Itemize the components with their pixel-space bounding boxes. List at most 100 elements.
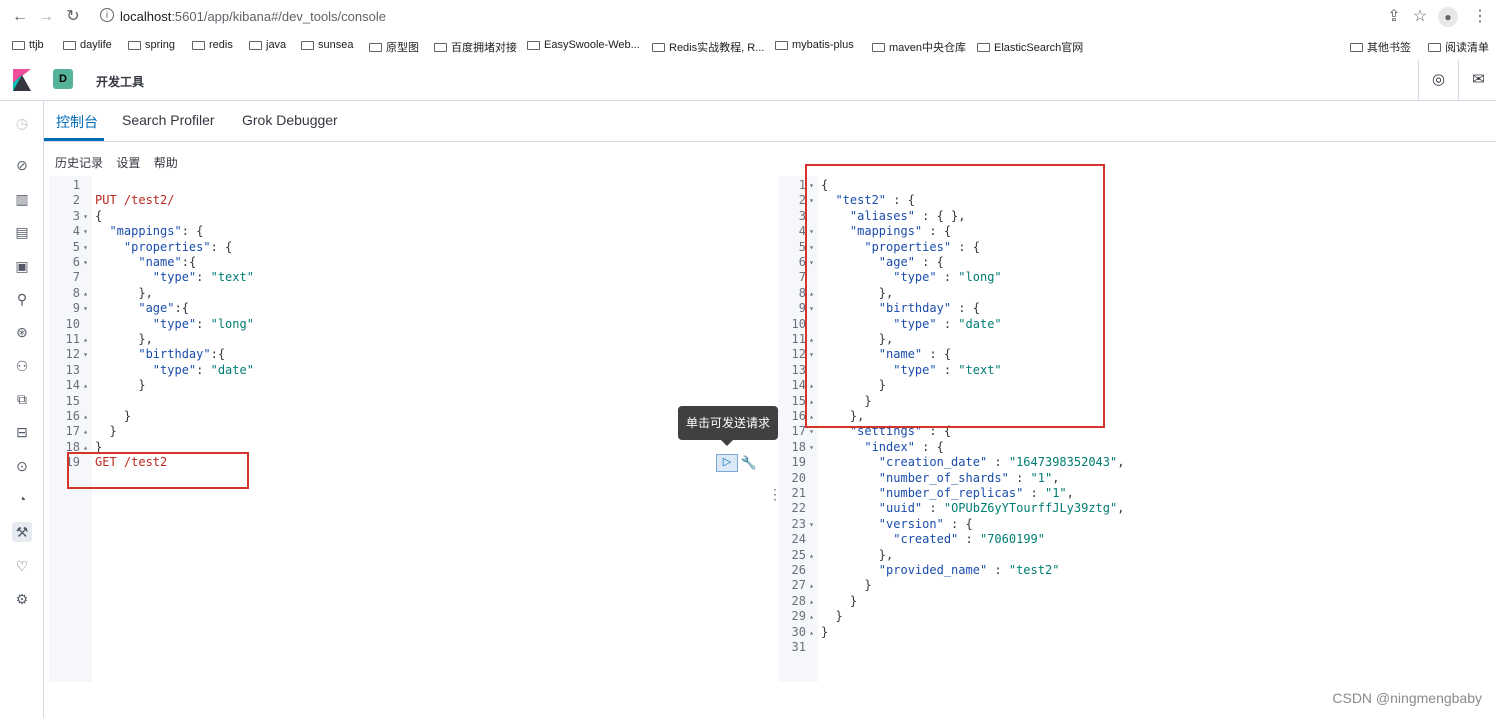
folder-icon — [128, 40, 141, 50]
fold-open-icon[interactable]: ▾ — [81, 255, 90, 270]
bookmark-item[interactable]: mybatis-plus — [775, 39, 854, 51]
share-icon[interactable]: ⇪ — [1384, 7, 1404, 27]
fold-open-icon[interactable]: ▾ — [807, 440, 816, 455]
profile-icon[interactable]: ● — [1438, 7, 1458, 27]
fold-close-icon[interactable]: ▴ — [81, 286, 90, 301]
line-number: 21 — [791, 486, 806, 500]
visualize-icon[interactable]: ▥ — [12, 189, 32, 209]
folder-icon — [872, 42, 885, 52]
kebab-menu-icon[interactable]: ⋮ — [1470, 7, 1490, 27]
bookmark-item[interactable]: Redis实战教程, R... — [652, 39, 764, 55]
info-icon[interactable]: i — [100, 8, 114, 22]
bookmark-label: 百度拥堵对接 — [451, 42, 517, 54]
line-number: 11 — [791, 332, 806, 346]
request-code-area[interactable]: PUT /test2/{ "mappings": { "properties":… — [92, 176, 776, 682]
space-avatar[interactable]: D — [53, 69, 73, 89]
send-tooltip: 单击可发送请求 — [678, 406, 778, 440]
fold-close-icon[interactable]: ▴ — [807, 578, 816, 593]
bookmark-item[interactable]: 其他书签 — [1350, 39, 1411, 55]
response-code-line: "index" : { — [864, 439, 944, 454]
devtools-icon[interactable]: ⚒ — [12, 522, 32, 542]
fold-open-icon[interactable]: ▾ — [807, 517, 816, 532]
request-code-line: PUT /test2/ — [95, 193, 175, 208]
resize-handle-icon[interactable]: ⋮ — [768, 486, 782, 503]
bookmark-item[interactable]: ttjb — [12, 39, 44, 51]
settings-link[interactable]: 设置 — [116, 156, 140, 170]
devtools-tabs: 控制台 Search Profiler Grok Debugger — [44, 101, 1496, 142]
tooltip-arrow — [721, 440, 733, 446]
line-number: 6 — [72, 255, 80, 269]
apm-icon[interactable]: ⧉ — [12, 389, 32, 409]
fold-close-icon[interactable]: ▴ — [81, 332, 90, 347]
line-number: 10 — [791, 316, 806, 331]
line-number: 3 — [798, 208, 806, 223]
fold-close-icon[interactable]: ▴ — [807, 594, 816, 609]
request-code-line: "name":{ — [138, 255, 197, 269]
dashboard-icon[interactable]: ▤ — [12, 222, 32, 242]
folder-icon — [434, 42, 447, 52]
line-number: 17 — [791, 424, 806, 439]
bookmark-item[interactable]: maven中央仓库 — [872, 39, 966, 55]
fold-open-icon[interactable]: ▾ — [81, 301, 90, 316]
folder-icon — [977, 42, 990, 52]
response-code-line: } — [821, 578, 872, 593]
reload-icon[interactable]: ↻ — [63, 7, 83, 27]
line-number: 20 — [791, 470, 806, 485]
compass-icon[interactable]: ⊘ — [12, 155, 32, 175]
star-icon[interactable]: ☆ — [1410, 7, 1430, 27]
reading-list-icon — [1428, 42, 1441, 52]
line-number: 4 — [798, 224, 806, 239]
fold-open-icon[interactable]: ▾ — [81, 209, 90, 224]
fold-open-icon[interactable]: ▾ — [81, 224, 90, 239]
bookmark-item[interactable]: redis — [192, 39, 233, 51]
bookmark-item[interactable]: ElasticSearch官网 — [977, 39, 1083, 55]
history-link[interactable]: 历史记录 — [55, 156, 103, 170]
monitoring-icon[interactable]: ◔ — [12, 489, 32, 509]
fold-close-icon[interactable]: ▴ — [807, 609, 816, 624]
address-bar[interactable]: localhost:5601/app/kibana#/dev_tools/con… — [120, 9, 386, 24]
line-number: 14 — [65, 378, 80, 393]
help-link[interactable]: 帮助 — [154, 156, 178, 170]
send-request-button[interactable]: ▷ — [716, 454, 738, 472]
fold-close-icon[interactable]: ▴ — [807, 625, 816, 640]
line-number: 2 — [798, 193, 806, 208]
line-number: 3 — [72, 208, 80, 223]
bookmark-item[interactable]: 百度拥堵对接 — [434, 39, 517, 55]
fold-close-icon[interactable]: ▴ — [807, 548, 816, 563]
ml-icon[interactable]: ⊛ — [12, 322, 32, 342]
help-icon[interactable]: ◎ — [1418, 60, 1458, 100]
forward-icon[interactable]: → — [36, 7, 56, 27]
heartbeat-icon[interactable]: ♡ — [12, 556, 32, 576]
bookmark-item[interactable]: 阅读清单 — [1428, 39, 1489, 55]
fold-close-icon[interactable]: ▴ — [81, 424, 90, 439]
back-icon[interactable]: ← — [10, 7, 30, 27]
graph-icon[interactable]: ⚇ — [12, 356, 32, 376]
tab-console[interactable]: 控制台 — [56, 112, 98, 132]
tab-search-profiler[interactable]: Search Profiler — [122, 112, 215, 128]
request-editor[interactable]: PUT /test2/{ "mappings": { "properties":… — [49, 176, 776, 682]
fold-close-icon[interactable]: ▴ — [81, 378, 90, 393]
canvas-icon[interactable]: ▣ — [12, 256, 32, 276]
line-number: 4 — [72, 224, 80, 239]
fold-open-icon[interactable]: ▾ — [81, 240, 90, 255]
fold-close-icon[interactable]: ▴ — [81, 409, 90, 424]
bookmark-item[interactable]: java — [249, 39, 286, 51]
tab-grok-debugger[interactable]: Grok Debugger — [242, 112, 338, 128]
wrench-icon[interactable]: 🔧 — [740, 454, 758, 472]
maps-icon[interactable]: ⚲ — [12, 289, 32, 309]
line-number: 11 — [65, 332, 80, 346]
uptime-icon[interactable]: ⊟ — [12, 422, 32, 442]
bookmark-item[interactable]: EasySwoole-Web... — [527, 39, 640, 51]
clock-icon[interactable]: ◷ — [12, 113, 32, 133]
bookmark-item[interactable]: sunsea — [301, 39, 353, 51]
mail-icon[interactable]: ✉ — [1458, 60, 1496, 100]
bookmark-item[interactable]: spring — [128, 39, 175, 51]
kibana-logo-icon[interactable] — [13, 69, 31, 91]
bookmark-item[interactable]: daylife — [63, 39, 112, 51]
siem-icon[interactable]: ⊙ — [12, 456, 32, 476]
fold-open-icon[interactable]: ▾ — [81, 347, 90, 362]
line-number: 10 — [65, 316, 80, 331]
request-code-line: "type": "date" — [152, 362, 254, 377]
gear-icon[interactable]: ⚙ — [12, 589, 32, 609]
bookmark-item[interactable]: 原型图 — [369, 39, 419, 55]
